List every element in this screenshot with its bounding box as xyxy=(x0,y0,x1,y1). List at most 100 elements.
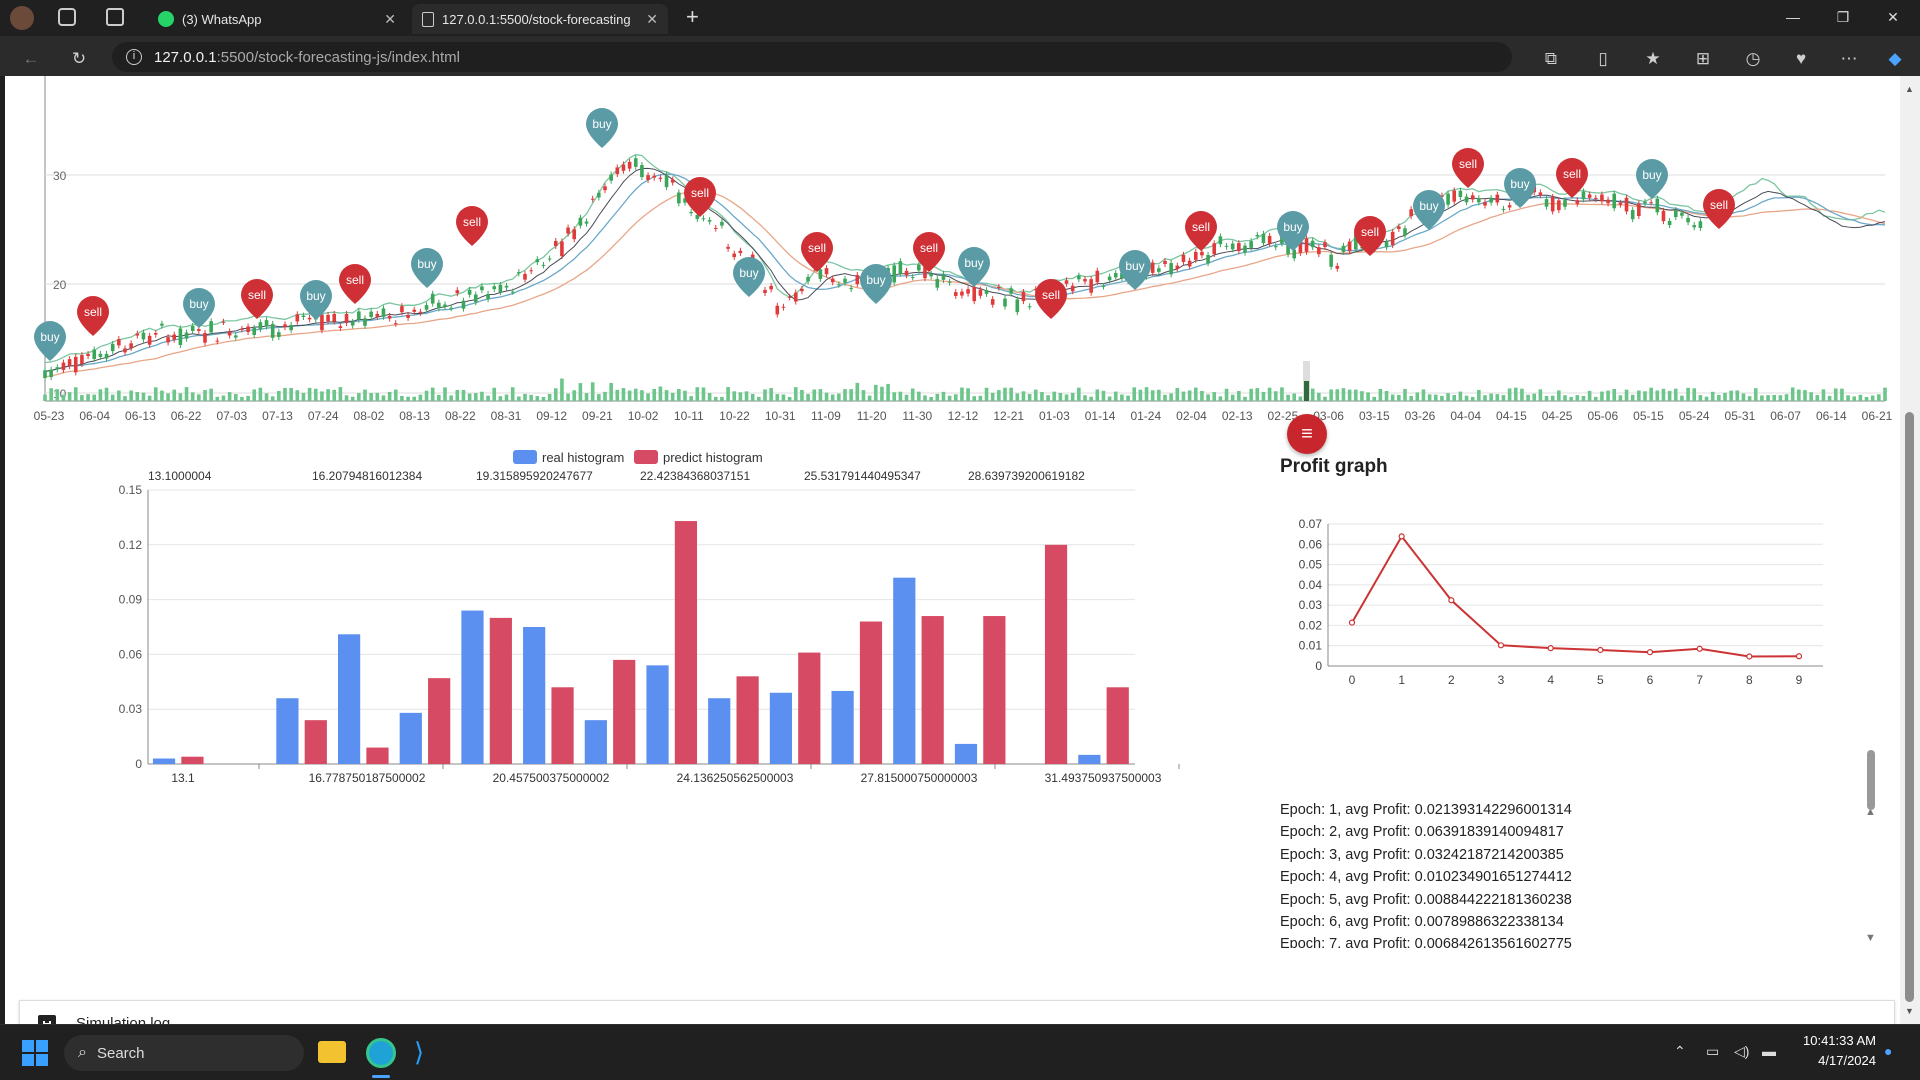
minimize-button[interactable]: — xyxy=(1770,0,1816,34)
histogram-chart[interactable]: real histogram predict histogram 0.15 0.1… xyxy=(5,446,1205,846)
predict-bar[interactable] xyxy=(798,652,821,764)
predict-bar[interactable] xyxy=(859,621,883,764)
real-bar[interactable] xyxy=(646,665,669,764)
tab-stock-forecasting[interactable]: 127.0.0.1:5500/stock-forecasting ✕ xyxy=(412,4,668,34)
profile-avatar[interactable] xyxy=(10,6,34,30)
legend-label-real[interactable]: real histogram xyxy=(542,450,624,465)
predict-bar[interactable] xyxy=(1044,544,1068,764)
taskbar-clock[interactable]: 10:41:33 AM 4/17/2024 xyxy=(1792,1031,1876,1071)
simulation-log-header[interactable]: Simulation log xyxy=(19,1000,1895,1024)
real-bar[interactable] xyxy=(1078,754,1101,764)
sell-marker[interactable]: sell xyxy=(339,264,371,304)
profit-point[interactable] xyxy=(1696,645,1703,652)
edge-browser-icon[interactable] xyxy=(366,1038,396,1068)
profit-point[interactable] xyxy=(1398,533,1405,540)
real-bar[interactable] xyxy=(337,634,361,764)
profit-point[interactable] xyxy=(1497,642,1505,649)
restore-button[interactable]: ❐ xyxy=(1820,0,1866,34)
predict-bar[interactable] xyxy=(428,678,451,764)
close-icon[interactable]: ✕ xyxy=(384,11,396,28)
sell-marker[interactable]: sell xyxy=(241,279,273,319)
buy-marker[interactable]: buy xyxy=(586,108,618,148)
address-field[interactable]: i 127.0.0.1:5500/stock-forecasting-js/in… xyxy=(112,42,1512,72)
real-bar[interactable] xyxy=(584,720,607,764)
predict-bar[interactable] xyxy=(366,747,389,764)
extensions-icon[interactable]: ⧉ xyxy=(1538,46,1564,72)
stock-chart[interactable]: 30 20 10 buysellbuysell buysellbuysellbuy… xyxy=(5,76,1900,426)
profit-point[interactable] xyxy=(1746,653,1753,660)
profit-line-chart[interactable]: 0.07 0.06 0.05 0.04 0.03 0.02 0.01 0 0 1 2 3 4 5 6 7 8 9 xyxy=(1275,494,1835,704)
predict-bar[interactable] xyxy=(489,617,512,764)
tray-chevron-icon[interactable]: ⌃ xyxy=(1674,1043,1686,1060)
buy-marker[interactable]: buy xyxy=(860,264,892,304)
health-icon[interactable]: ♥ xyxy=(1788,46,1814,72)
buy-marker[interactable]: buy xyxy=(411,248,443,288)
predict-bar[interactable] xyxy=(304,720,327,764)
collections-icon[interactable]: ⊞ xyxy=(1690,46,1716,72)
copilot-icon[interactable]: ◆ xyxy=(1882,46,1908,72)
battery-icon[interactable]: ▬ xyxy=(1762,1043,1776,1059)
sell-marker[interactable]: sell xyxy=(456,206,488,246)
buy-marker[interactable]: buy xyxy=(1504,168,1536,208)
real-bar[interactable] xyxy=(769,692,793,764)
log-scroll-down-icon[interactable]: ▼ xyxy=(1865,932,1876,944)
profit-point[interactable] xyxy=(1547,645,1554,652)
profit-point[interactable] xyxy=(1795,653,1803,660)
predict-bar[interactable] xyxy=(613,659,636,764)
real-bar[interactable] xyxy=(954,743,978,764)
vscode-icon[interactable]: ⟩ xyxy=(414,1038,442,1066)
sell-marker[interactable]: sell xyxy=(1035,279,1067,319)
profit-point[interactable] xyxy=(1597,646,1604,654)
sell-marker[interactable]: sell xyxy=(77,296,109,336)
predict-bar[interactable] xyxy=(181,756,204,764)
split-screen-icon[interactable]: ▯ xyxy=(1590,46,1616,72)
real-bar[interactable] xyxy=(831,690,854,764)
page-scrollbar-thumb[interactable] xyxy=(1905,412,1914,1002)
sell-marker[interactable]: sell xyxy=(801,232,833,272)
buy-marker[interactable]: buy xyxy=(1413,190,1445,230)
real-bar[interactable] xyxy=(893,577,916,764)
buy-marker[interactable]: buy xyxy=(1636,159,1668,199)
sell-marker[interactable]: sell xyxy=(1703,189,1735,229)
real-bar[interactable] xyxy=(152,758,176,764)
tab-whatsapp[interactable]: (3) WhatsApp ✕ xyxy=(148,4,406,34)
sell-marker[interactable]: sell xyxy=(1185,211,1217,251)
menu-fab-button[interactable]: ≡ xyxy=(1287,414,1327,454)
predict-bar[interactable] xyxy=(921,616,944,764)
more-menu-icon[interactable]: ⋯ xyxy=(1836,46,1862,72)
new-tab-button[interactable]: + xyxy=(686,4,699,30)
profit-point[interactable] xyxy=(1348,619,1356,626)
tab-actions-icon[interactable] xyxy=(106,8,124,26)
network-icon[interactable]: ▭ xyxy=(1706,1043,1719,1060)
predict-bar[interactable] xyxy=(1106,687,1129,764)
close-icon[interactable]: ✕ xyxy=(646,11,658,28)
log-scrollbar-thumb[interactable] xyxy=(1867,750,1875,810)
real-bar[interactable] xyxy=(708,698,731,764)
favorites-icon[interactable]: ★ xyxy=(1640,46,1666,72)
taskbar-search[interactable]: ⌕ Search xyxy=(64,1035,304,1071)
buy-marker[interactable]: buy xyxy=(733,257,765,297)
site-info-icon[interactable]: i xyxy=(126,49,142,65)
workspaces-icon[interactable] xyxy=(58,8,76,26)
back-icon[interactable]: ← xyxy=(18,46,44,72)
history-icon[interactable]: ◷ xyxy=(1740,46,1766,72)
start-windows-icon[interactable] xyxy=(22,1040,48,1066)
sell-marker[interactable]: sell xyxy=(1452,148,1484,188)
profit-log-panel[interactable]: Epoch: 1, avg Profit: 0.0213931422960013… xyxy=(1275,802,1875,948)
buy-marker[interactable]: buy xyxy=(958,247,990,287)
predict-bar[interactable] xyxy=(674,521,698,764)
file-explorer-icon[interactable] xyxy=(318,1041,346,1063)
legend-label-predict[interactable]: predict histogram xyxy=(663,450,763,465)
scroll-up-icon[interactable]: ▲ xyxy=(1905,84,1914,94)
notification-bell-icon[interactable]: ● xyxy=(1884,1043,1892,1059)
buy-marker[interactable]: buy xyxy=(34,321,66,361)
predict-bar[interactable] xyxy=(736,676,759,764)
profit-point[interactable] xyxy=(1646,649,1654,656)
profit-point[interactable] xyxy=(1448,597,1455,604)
volume-icon[interactable]: ◁) xyxy=(1734,1043,1749,1060)
real-bar[interactable] xyxy=(523,627,546,764)
close-window-button[interactable]: ✕ xyxy=(1870,0,1916,34)
refresh-icon[interactable]: ↻ xyxy=(66,46,92,72)
scroll-down-icon[interactable]: ▼ xyxy=(1905,1006,1914,1016)
predict-bar[interactable] xyxy=(983,616,1006,764)
